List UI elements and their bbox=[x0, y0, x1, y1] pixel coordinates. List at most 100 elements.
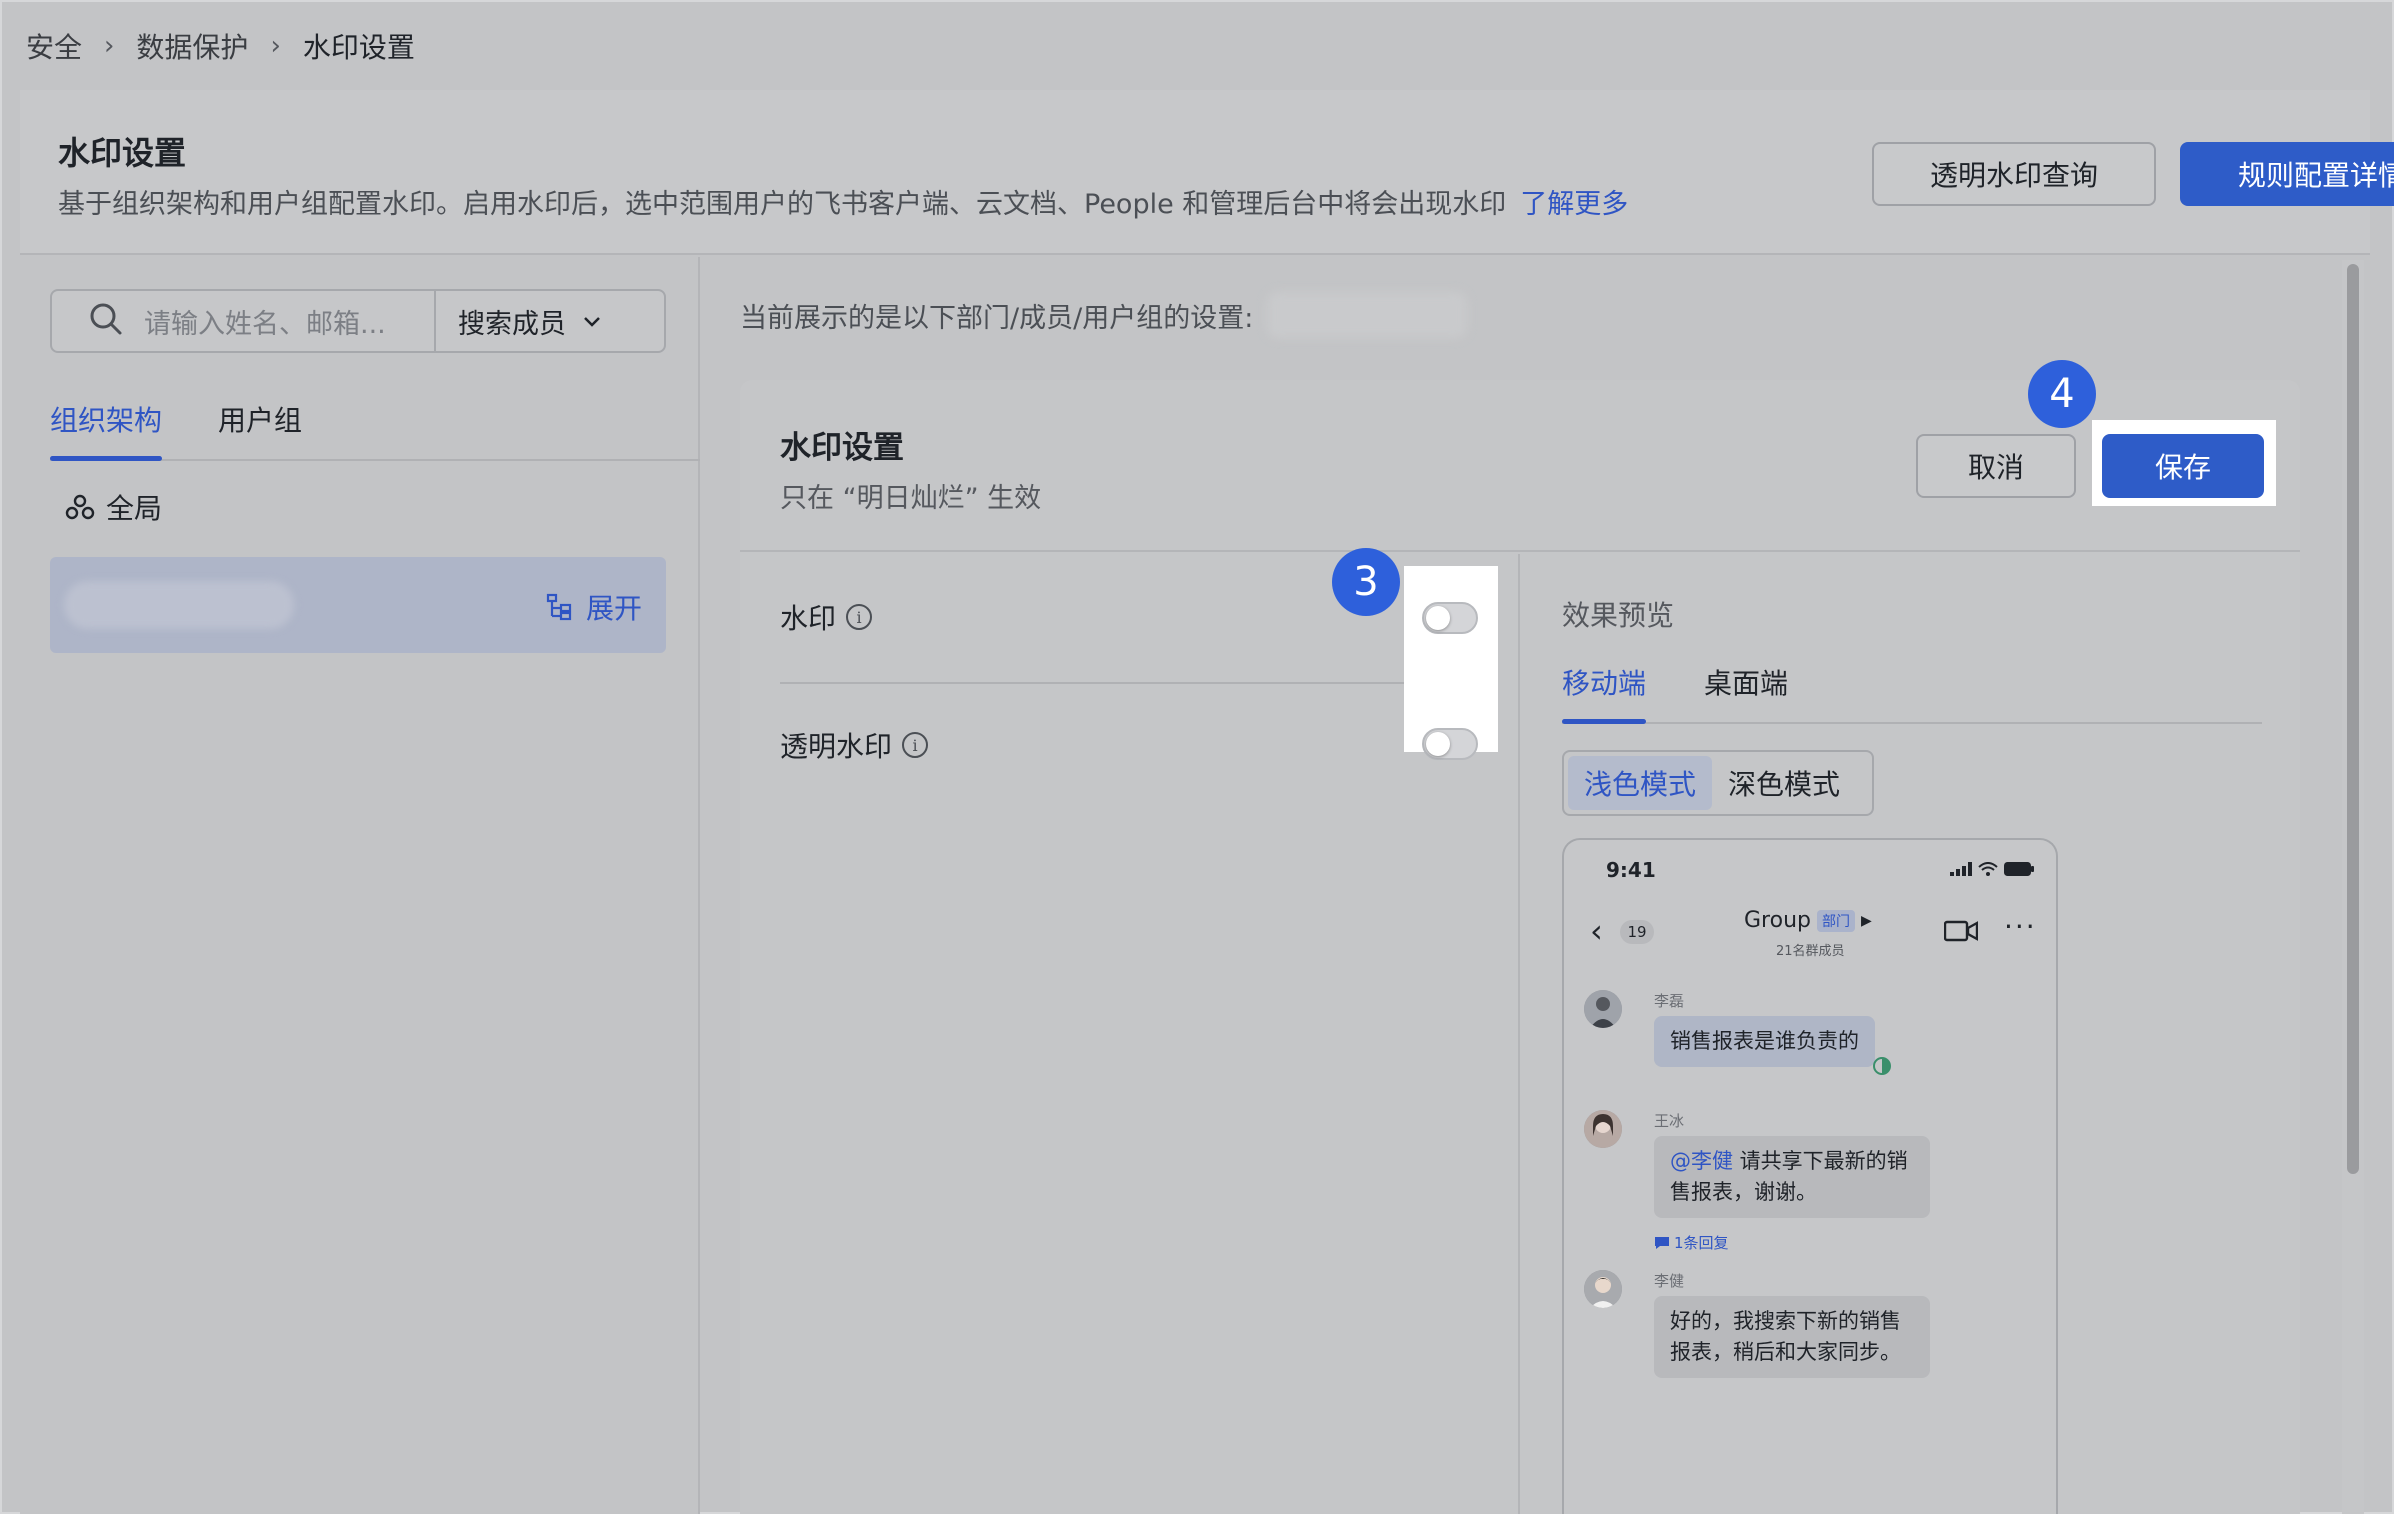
chevron-down-icon bbox=[584, 317, 600, 327]
preview-tabs: 移动端 桌面端 bbox=[1562, 654, 2262, 724]
current-scope-label: 当前展示的是以下部门/成员/用户组的设置: bbox=[740, 302, 1254, 334]
breadcrumb: 安全 › 数据保护 › 水印设置 bbox=[26, 24, 415, 68]
battery-icon bbox=[2004, 862, 2034, 876]
active-tab-indicator bbox=[50, 456, 162, 461]
avatar bbox=[1584, 1270, 1622, 1308]
toggles-highlight bbox=[1404, 566, 1498, 752]
signal-icon bbox=[1950, 862, 1972, 876]
chat-message: 李健 好的，我搜索下新的销售报表，稍后和大家同步。 bbox=[1584, 1270, 2044, 1410]
message-bubble: @李健 请共享下最新的销售报表，谢谢。 bbox=[1654, 1136, 1930, 1218]
tree-item-selected-department[interactable]: 展开 bbox=[50, 557, 666, 653]
hierarchy-icon bbox=[546, 593, 572, 621]
phone-preview: 9:41 ‹ 19 Group 部门 ▶ 21名群成员 ··· 李磊 销售报表是… bbox=[1562, 838, 2058, 1514]
group-name: Group bbox=[1744, 908, 1811, 933]
member-search: 请输入姓名、邮箱... 搜索成员 bbox=[50, 289, 666, 353]
learn-more-link[interactable]: 了解更多 bbox=[1520, 189, 1628, 220]
message-bubble: 好的，我搜索下新的销售报表，稍后和大家同步。 bbox=[1654, 1296, 1930, 1378]
toggle-knob bbox=[1426, 732, 1450, 756]
info-icon[interactable]: i bbox=[846, 604, 873, 630]
page-description: 基于组织架构和用户组配置水印。启用水印后，选中范围用户的飞书客户端、云文档、Pe… bbox=[58, 182, 1628, 221]
avatar bbox=[1584, 1110, 1622, 1148]
unread-count: 19 bbox=[1620, 920, 1654, 944]
rule-config-details-button[interactable]: 规则配置详情 bbox=[2180, 142, 2394, 206]
video-call-icon[interactable] bbox=[1944, 918, 1978, 944]
comment-icon bbox=[1655, 1236, 1669, 1249]
avatar bbox=[1584, 990, 1622, 1028]
wifi-icon bbox=[1978, 862, 1998, 876]
org-tree-icon bbox=[65, 494, 95, 520]
setting-transparent-watermark-label: 透明水印 bbox=[780, 730, 893, 763]
page-title: 水印设置 bbox=[58, 134, 187, 172]
back-arrow-icon[interactable]: ‹ bbox=[1590, 912, 1603, 950]
setting-transparent-watermark: 透明水印 i bbox=[780, 682, 1480, 808]
breadcrumb-item-security[interactable]: 安全 bbox=[26, 26, 82, 66]
watermark-toggle[interactable] bbox=[1422, 602, 1478, 634]
step-3-badge: 3 bbox=[1332, 548, 1400, 616]
member-count: 21名群成员 bbox=[1776, 944, 1845, 959]
preview-label: 效果预览 bbox=[1562, 599, 1675, 632]
theme-mode-switch: 浅色模式 深色模式 bbox=[1562, 750, 1874, 816]
tree-item-global[interactable]: 全局 bbox=[64, 487, 162, 527]
page-description-text: 基于组织架构和用户组配置水印。启用水印后，选中范围用户的飞书客户端、云文档、Pe… bbox=[58, 189, 1507, 220]
chat-message: 李磊 销售报表是谁负责的 bbox=[1584, 990, 2044, 1090]
message-sender: 王冰 bbox=[1654, 1112, 1685, 1130]
watermark-settings-panel: 水印设置 只在 “明日灿烂” 生效 取消 保存 4 水印 i 透明水印 i 3 … bbox=[740, 360, 2300, 1514]
tab-org-structure[interactable]: 组织架构 bbox=[50, 399, 162, 439]
settings-list: 水印 i 透明水印 i 3 bbox=[740, 548, 1520, 1514]
chevron-right-icon: › bbox=[104, 31, 115, 61]
sidebar-tabs: 组织架构 用户组 bbox=[50, 389, 700, 461]
mention[interactable]: @李健 bbox=[1670, 1149, 1733, 1173]
setting-watermark-label: 水印 bbox=[780, 602, 837, 635]
scrollbar[interactable] bbox=[2342, 260, 2364, 1514]
department-name-redacted bbox=[64, 581, 294, 629]
expand-button[interactable]: 展开 bbox=[544, 587, 642, 627]
status-icons bbox=[1950, 862, 2034, 876]
active-tab-indicator bbox=[1562, 719, 1646, 724]
reply-count: 1条回复 bbox=[1674, 1234, 1729, 1252]
panel-header: 水印设置 只在 “明日灿烂” 生效 取消 保存 4 bbox=[740, 360, 2300, 552]
info-icon[interactable]: i bbox=[902, 732, 929, 758]
group-title: Group 部门 ▶ bbox=[1744, 908, 1872, 933]
current-scope: 当前展示的是以下部门/成员/用户组的设置: bbox=[740, 292, 1468, 338]
tab-mobile[interactable]: 移动端 bbox=[1562, 662, 1646, 702]
search-scope-select[interactable]: 搜索成员 bbox=[458, 302, 604, 341]
light-mode-option[interactable]: 浅色模式 bbox=[1568, 756, 1713, 810]
message-sender: 李健 bbox=[1654, 1272, 1685, 1290]
play-arrow-icon: ▶ bbox=[1860, 912, 1872, 929]
search-scope-label: 搜索成员 bbox=[458, 308, 566, 340]
chat-message: 王冰 @李健 请共享下最新的销售报表，谢谢。 1条回复 bbox=[1584, 1110, 2044, 1253]
message-sender: 李磊 bbox=[1654, 992, 1685, 1010]
message-bubble: 销售报表是谁负责的 bbox=[1654, 1016, 1875, 1067]
breadcrumb-item-watermark: 水印设置 bbox=[302, 31, 415, 64]
org-sidebar: 请输入姓名、邮箱... 搜索成员 组织架构 用户组 全局 展开 bbox=[20, 257, 700, 1514]
dark-mode-option[interactable]: 深色模式 bbox=[1712, 756, 1856, 810]
panel-subtitle: 只在 “明日灿烂” 生效 bbox=[780, 483, 1042, 514]
status-time: 9:41 bbox=[1606, 858, 1656, 882]
tab-user-groups[interactable]: 用户组 bbox=[218, 399, 302, 439]
transparent-watermark-query-button[interactable]: 透明水印查询 bbox=[1872, 142, 2156, 206]
breadcrumb-item-data-protection[interactable]: 数据保护 bbox=[136, 26, 248, 66]
cancel-button[interactable]: 取消 bbox=[1916, 434, 2076, 498]
save-button[interactable]: 保存 bbox=[2102, 434, 2264, 498]
search-divider bbox=[434, 290, 436, 352]
tree-item-global-label: 全局 bbox=[106, 492, 163, 525]
page-header: 水印设置 基于组织架构和用户组配置水印。启用水印后，选中范围用户的飞书客户端、云… bbox=[20, 90, 2394, 255]
search-input[interactable]: 请输入姓名、邮箱... bbox=[144, 302, 434, 341]
panel-title: 水印设置 bbox=[780, 430, 904, 466]
scrollbar-thumb[interactable] bbox=[2347, 264, 2359, 1174]
more-icon[interactable]: ··· bbox=[2004, 910, 2037, 943]
reply-thread-link[interactable]: 1条回复 bbox=[1654, 1232, 1729, 1253]
app-window: 安全 › 数据保护 › 水印设置 水印设置 基于组织架构和用户组配置水印。启用水… bbox=[0, 0, 2394, 1514]
read-status-icon bbox=[1873, 1057, 1891, 1075]
search-icon bbox=[88, 301, 128, 341]
toggle-knob bbox=[1426, 606, 1450, 630]
tab-desktop[interactable]: 桌面端 bbox=[1704, 662, 1788, 702]
transparent-watermark-toggle[interactable] bbox=[1422, 728, 1478, 760]
expand-label: 展开 bbox=[585, 592, 642, 625]
department-tag: 部门 bbox=[1816, 909, 1855, 932]
preview-section: 效果预览 移动端 桌面端 浅色模式 深色模式 9:41 ‹ 19 Group 部… bbox=[1522, 554, 2300, 1514]
chevron-right-icon: › bbox=[270, 31, 281, 61]
chat-header: ‹ 19 Group 部门 ▶ 21名群成员 ··· bbox=[1564, 900, 2060, 970]
current-scope-value-redacted bbox=[1267, 292, 1468, 338]
step-4-badge: 4 bbox=[2028, 360, 2096, 428]
